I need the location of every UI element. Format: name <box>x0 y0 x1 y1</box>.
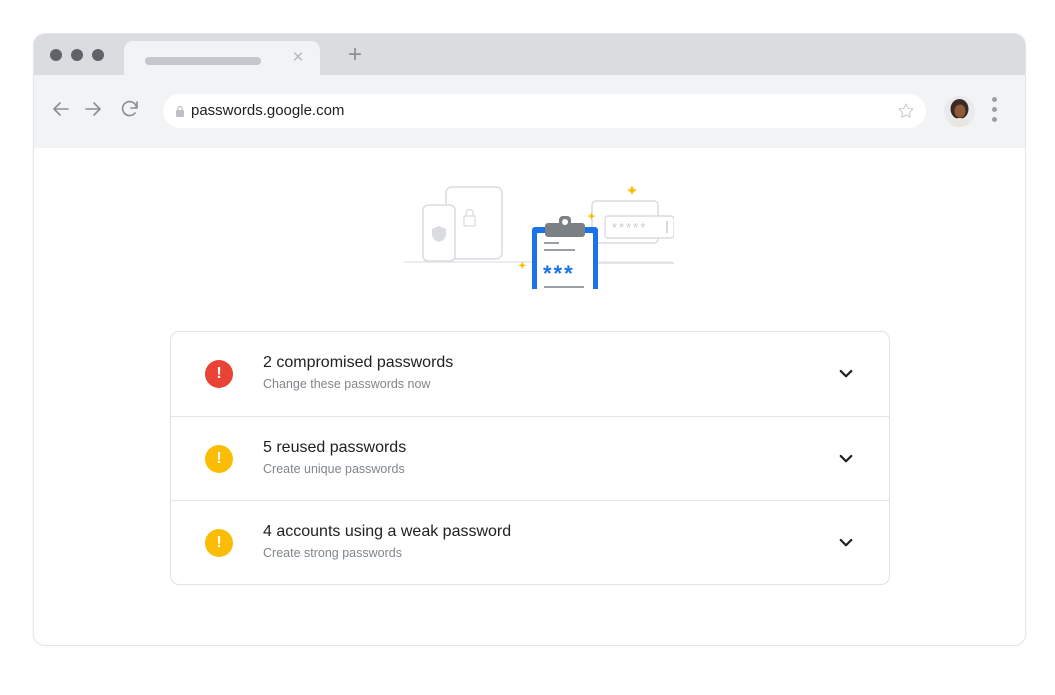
avatar-image <box>944 96 975 127</box>
address-bar[interactable]: passwords.google.com <box>163 94 926 128</box>
chevron-down-icon[interactable] <box>837 450 855 468</box>
browser-tab[interactable]: × <box>124 41 320 75</box>
tab-title-placeholder <box>145 57 261 65</box>
forward-arrow-icon[interactable] <box>81 97 105 121</box>
alert-icon: ! <box>205 529 233 557</box>
item-subtitle: Create strong passwords <box>263 546 402 560</box>
reload-icon[interactable] <box>118 97 142 121</box>
url-text: passwords.google.com <box>191 102 345 119</box>
browser-toolbar: passwords.google.com <box>34 75 1025 148</box>
password-mask-text: *** <box>543 261 575 286</box>
close-tab-icon[interactable]: × <box>288 46 308 70</box>
password-checkup-illustration: ***** *** <box>404 185 674 289</box>
list-item-compromised[interactable]: ! 2 compromised passwords Change these p… <box>171 332 889 415</box>
password-checkup-card: ! 2 compromised passwords Change these p… <box>170 331 890 585</box>
item-subtitle: Change these passwords now <box>263 377 431 391</box>
item-title: 5 reused passwords <box>263 439 407 456</box>
window-control-dot[interactable] <box>71 49 83 61</box>
tab-strip: × + <box>34 34 1025 75</box>
new-tab-button[interactable]: + <box>342 42 368 68</box>
browser-window: × + passwords.google.com ***** *** ! 2 c… <box>33 33 1026 646</box>
window-control-dot[interactable] <box>50 49 62 61</box>
list-item-weak[interactable]: ! 4 accounts using a weak password Creat… <box>171 500 889 584</box>
item-title: 2 compromised passwords <box>263 354 454 371</box>
item-title: 4 accounts using a weak password <box>263 523 512 540</box>
back-arrow-icon[interactable] <box>49 97 73 121</box>
bookmark-star-icon[interactable] <box>896 101 916 121</box>
window-control-dot[interactable] <box>92 49 104 61</box>
alert-icon: ! <box>205 360 233 388</box>
chevron-down-icon[interactable] <box>837 534 855 552</box>
chevron-down-icon[interactable] <box>837 365 855 383</box>
lock-icon <box>176 105 184 117</box>
field-mask-text: ***** <box>612 220 647 235</box>
list-item-reused[interactable]: ! 5 reused passwords Create unique passw… <box>171 416 889 500</box>
more-menu-icon[interactable] <box>990 94 998 130</box>
alert-icon: ! <box>205 445 233 473</box>
profile-avatar[interactable] <box>944 96 975 127</box>
item-subtitle: Create unique passwords <box>263 462 405 476</box>
